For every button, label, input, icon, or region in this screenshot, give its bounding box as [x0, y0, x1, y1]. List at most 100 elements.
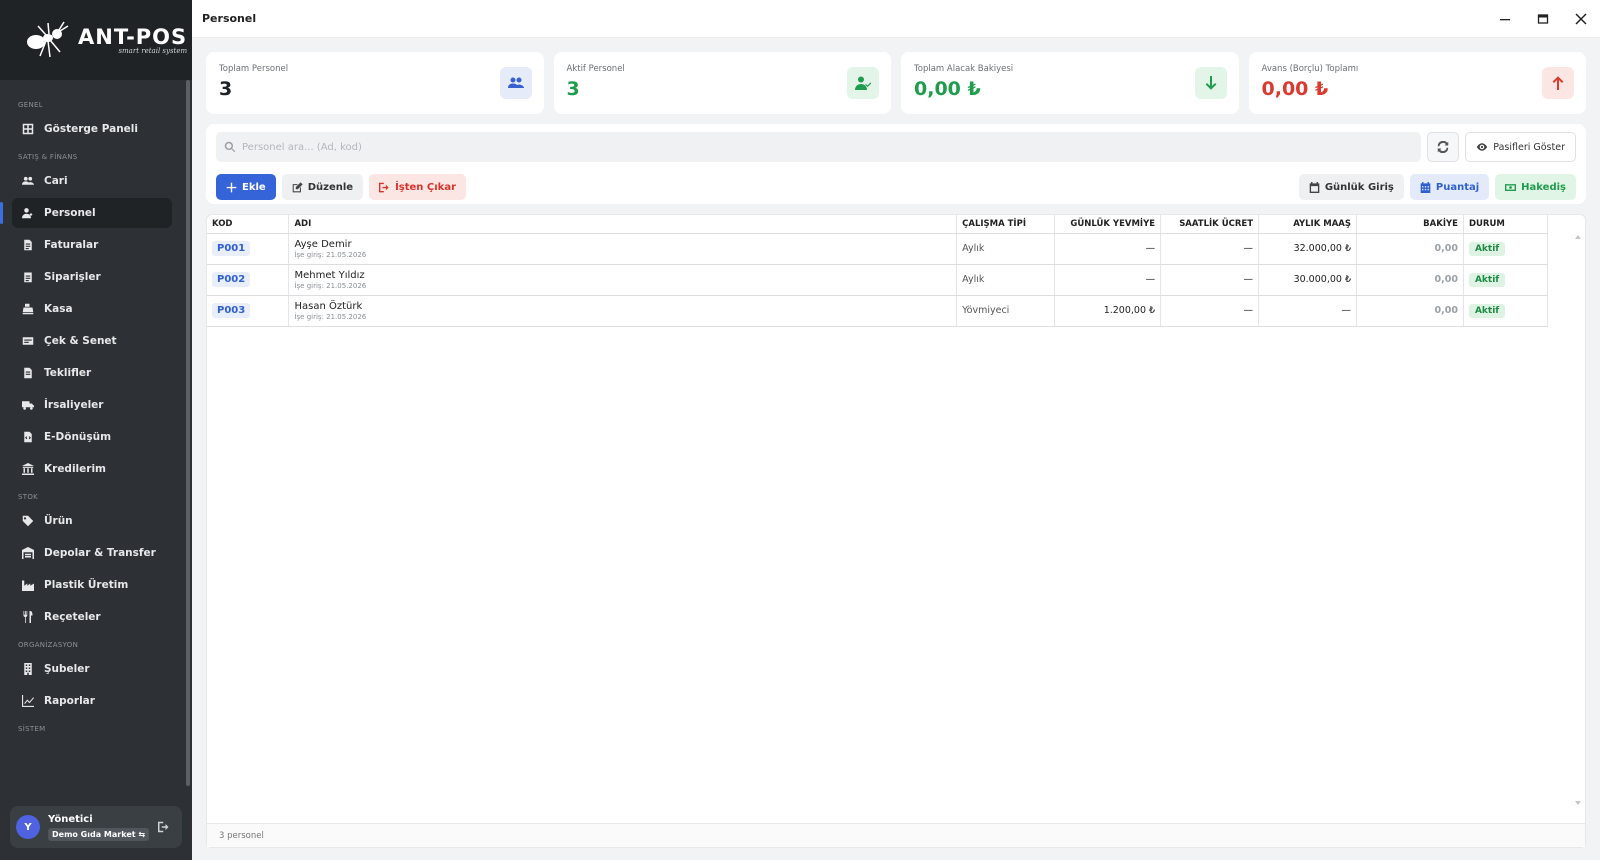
scroll-down-icon[interactable] — [1575, 801, 1581, 805]
section-label-org: ORGANİZASYON — [18, 641, 79, 649]
user-check-icon — [847, 67, 879, 99]
sidebar-item-cek-senet[interactable]: Çek & Senet — [12, 326, 172, 356]
chart-line-icon — [22, 695, 34, 707]
page-title: Personel — [202, 12, 257, 25]
balance: 0,00 — [1356, 295, 1464, 327]
sidebar-item-label: Kredilerim — [44, 463, 106, 475]
col-adi[interactable]: ADI — [288, 215, 958, 234]
tag-icon — [22, 515, 34, 527]
col-saatlik-ucret[interactable]: SAATLİK ÜCRET — [1160, 215, 1260, 234]
sidebar-item-label: Plastik Üretim — [44, 579, 129, 591]
sidebar-item-cari[interactable]: Cari — [12, 166, 172, 196]
balance: 0,00 — [1356, 264, 1464, 296]
sidebar-item-kredilerim[interactable]: Kredilerim — [12, 454, 172, 484]
user-box[interactable]: Y Yönetici Demo Gıda Market ⇆ — [10, 806, 182, 848]
arrow-up-icon — [1542, 67, 1574, 99]
sidebar-item-plastik-uretim[interactable]: Plastik Üretim — [12, 570, 172, 600]
table-scrollbar[interactable] — [1575, 235, 1581, 805]
toolbar: Pasifleri Göster Ekle Düzenle İşten Çıka… — [206, 124, 1586, 204]
table-header-row: KOD ADI ÇALIŞMA TİPİ GÜNLÜK YEVMİYE SAAT… — [207, 215, 1549, 234]
start-date: İşe giriş: 21.05.2026 — [294, 250, 367, 259]
sidebar-item-label: Teklifler — [44, 367, 92, 379]
refresh-button[interactable] — [1427, 132, 1460, 162]
daily-wage: — — [1054, 233, 1162, 265]
table-row[interactable]: P002 Mehmet Yıldız İşe giriş: 21.05.2026 … — [207, 264, 1549, 296]
sidebar-item-urun[interactable]: Ürün — [12, 506, 172, 536]
stat-label: Toplam Alacak Bakiyesi — [914, 64, 1014, 74]
stat-value: 3 — [219, 78, 233, 100]
sidebar-item-label: Reçeteler — [44, 611, 101, 623]
sidebar-item-teklifler[interactable]: Teklifler — [12, 358, 172, 388]
section-label-genel: GENEL — [18, 101, 43, 109]
timesheet-button[interactable]: Puantaj — [1409, 174, 1490, 200]
users-icon — [499, 67, 532, 99]
code-badge: P003 — [212, 303, 251, 318]
money-check-icon — [22, 337, 34, 345]
titlebar: Personel — [192, 0, 1600, 38]
calendar-grid-icon — [1420, 181, 1431, 193]
sign-out-icon — [379, 182, 389, 192]
maximize-button[interactable] — [1524, 0, 1562, 38]
daily-entry-button[interactable]: Günlük Giriş — [1298, 174, 1404, 200]
close-button[interactable] — [1562, 0, 1600, 38]
stat-total-personnel: Toplam Personel 3 — [206, 52, 544, 114]
stat-label: Avans (Borçlu) Toplamı — [1261, 64, 1359, 74]
logout-icon[interactable] — [158, 821, 170, 833]
sidebar-item-label: Çek & Senet — [44, 335, 117, 347]
truck-icon — [22, 401, 34, 410]
grid-icon — [22, 123, 34, 135]
logo[interactable]: ANT-POS smart retail system — [0, 0, 192, 80]
sidebar-item-dashboard[interactable]: Gösterge Paneli — [12, 114, 172, 144]
dismiss-label: İşten Çıkar — [395, 181, 456, 193]
stat-label: Toplam Personel — [219, 64, 289, 74]
sidebar-item-kasa[interactable]: Kasa — [12, 294, 172, 324]
daily-entry-label: Günlük Giriş — [1324, 181, 1394, 193]
stat-value: 0,00 ₺ — [1261, 78, 1329, 100]
stat-receivable-balance: Toplam Alacak Bakiyesi 0,00 ₺ — [901, 52, 1239, 114]
dismiss-button[interactable]: İşten Çıkar — [369, 174, 466, 200]
sidebar-item-receteler[interactable]: Reçeteler — [12, 602, 172, 632]
table-row[interactable]: P003 Hasan Öztürk İşe giriş: 21.05.2026 Y… — [207, 295, 1549, 327]
col-bakiye[interactable]: BAKİYE — [1356, 215, 1464, 234]
status-badge: Aktif — [1468, 272, 1506, 287]
minimize-button[interactable] — [1486, 0, 1524, 38]
sidebar-item-personel[interactable]: Personel — [0, 198, 172, 228]
col-aylik-maas[interactable]: AYLIK MAAŞ — [1258, 215, 1357, 234]
table-footer: 3 personel — [207, 823, 1585, 847]
earnings-label: Hakediş — [1521, 181, 1566, 193]
scroll-up-icon[interactable] — [1575, 235, 1581, 239]
plus-icon — [226, 182, 237, 192]
earnings-button[interactable]: Hakediş — [1495, 174, 1576, 200]
company-switch[interactable]: Demo Gıda Market ⇆ — [48, 827, 150, 841]
edit-button[interactable]: Düzenle — [281, 174, 364, 200]
start-date: İşe giriş: 21.05.2026 — [294, 281, 367, 290]
sidebar-item-label: Faturalar — [44, 239, 99, 251]
main-area: Personel Toplam Personel 3 Aktif Persone… — [192, 0, 1600, 860]
sidebar-item-faturalar[interactable]: Faturalar — [12, 230, 172, 260]
table-row[interactable]: P001 Ayşe Demir İşe giriş: 21.05.2026 Ayl… — [207, 233, 1549, 265]
search-input[interactable] — [242, 141, 1422, 153]
col-gunluk-yevmiye[interactable]: GÜNLÜK YEVMİYE — [1054, 215, 1162, 234]
sidebar-item-label: Gösterge Paneli — [44, 123, 138, 135]
maximize-icon — [1537, 13, 1549, 24]
personnel-name: Hasan Öztürk — [294, 300, 363, 312]
sidebar-scrollbar[interactable] — [186, 80, 190, 786]
sidebar-item-label: Siparişler — [44, 271, 101, 283]
sidebar-item-irsaliyeler[interactable]: İrsaliyeler — [12, 390, 172, 420]
sidebar-item-siparisler[interactable]: Siparişler — [12, 262, 172, 292]
hourly-wage: — — [1160, 233, 1260, 265]
close-icon — [1575, 12, 1587, 25]
col-kod[interactable]: KOD — [207, 215, 290, 234]
sidebar-item-depolar[interactable]: Depolar & Transfer — [12, 538, 172, 568]
col-calisma-tipi[interactable]: ÇALIŞMA TİPİ — [956, 215, 1056, 234]
show-passive-button[interactable]: Pasifleri Göster — [1465, 132, 1576, 162]
hourly-wage: — — [1160, 295, 1260, 327]
sidebar-item-subeler[interactable]: Şubeler — [12, 654, 172, 684]
sidebar-item-label: Kasa — [44, 303, 73, 315]
col-durum[interactable]: DURUM — [1463, 215, 1549, 234]
utensils-icon — [23, 611, 33, 623]
sidebar-item-e-donusum[interactable]: E-Dönüşüm — [12, 422, 172, 452]
add-button[interactable]: Ekle — [216, 174, 276, 200]
search-icon — [224, 141, 236, 153]
sidebar-item-raporlar[interactable]: Raporlar — [12, 686, 172, 716]
